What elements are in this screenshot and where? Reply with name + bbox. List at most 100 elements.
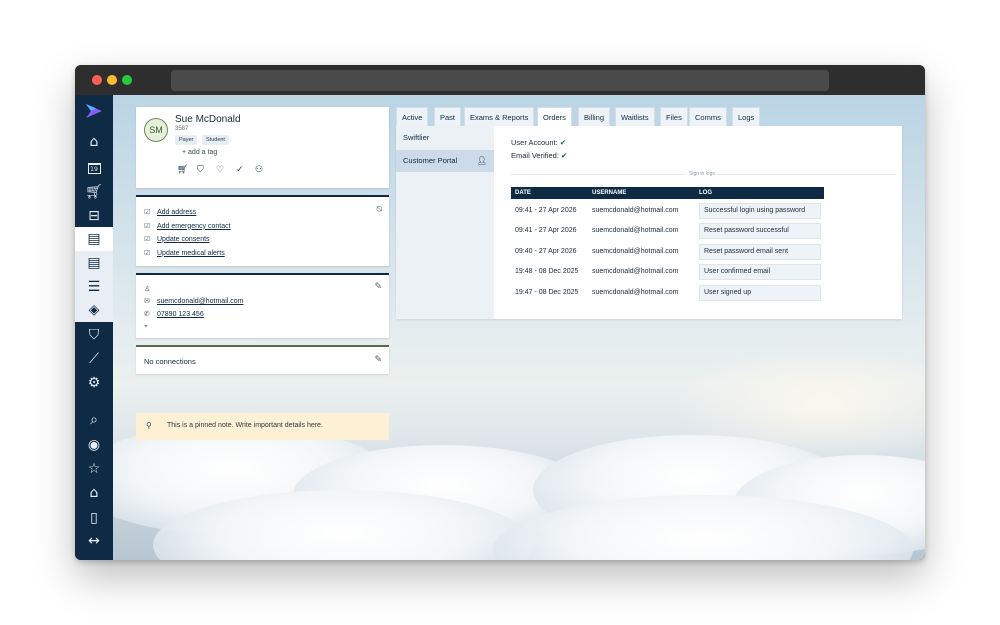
- email-verified-label: Email Verified:: [511, 151, 559, 160]
- row-username: suemcdonald@hotmail.com: [592, 207, 679, 214]
- alert-diamond-icon[interactable]: ◈: [75, 298, 113, 322]
- tab-orders[interactable]: Orders: [537, 107, 572, 126]
- tab-exams-reports[interactable]: Exams & Reports: [464, 107, 535, 126]
- subnav-customer-portal-label: Customer Portal: [403, 156, 458, 165]
- calendar-icon[interactable]: 19: [75, 156, 113, 180]
- expand-arrows-icon[interactable]: ↔: [75, 529, 113, 553]
- close-window-button[interactable]: [92, 75, 102, 85]
- cart-icon[interactable]: 🛒︎: [177, 165, 188, 175]
- check-icon: ✔: [561, 151, 568, 160]
- chart-icon[interactable]: ⟋: [75, 347, 113, 371]
- settings-icon[interactable]: ⚙: [75, 371, 113, 395]
- home-icon[interactable]: ⌂: [75, 130, 113, 154]
- add-emergency-contact-link[interactable]: Add emergency contact: [157, 223, 231, 230]
- table-row: 09:41 - 27 Apr 2026 suemcdonald@hotmail.…: [511, 223, 824, 240]
- column-log: LOG: [699, 190, 712, 196]
- shield-icon[interactable]: ⛉: [197, 165, 204, 175]
- address-bar[interactable]: [171, 70, 829, 91]
- row-date: 09:40 - 27 Apr 2026: [515, 248, 577, 255]
- tab-active[interactable]: Active: [396, 107, 429, 126]
- connections-text: No connections: [144, 357, 196, 366]
- bell-off-icon[interactable]: ⍉: [377, 205, 382, 215]
- browser-window: ⌂ 19 🛒︎ ⊟ ▤ ▤ ☰ ◈ ⛉ ⟋ ⚙ ⌕ ◉ ☆ ⌂ ▯ ↔ SM S…: [75, 65, 925, 560]
- pinned-note-text: This is a pinned note. Write important d…: [167, 422, 323, 429]
- checkbox-icon: ☑: [144, 249, 151, 257]
- add-address-row[interactable]: ☑ Add address: [144, 208, 196, 216]
- app-logo-icon[interactable]: [86, 104, 102, 118]
- pinned-note[interactable]: ⚲ This is a pinned note. Write important…: [136, 413, 389, 440]
- user-settings-icon[interactable]: ⚇: [255, 165, 263, 175]
- user-icon: 👤︎: [476, 156, 487, 165]
- tab-files[interactable]: Files: [660, 107, 688, 126]
- update-consents-row[interactable]: ☑ Update consents: [144, 235, 210, 243]
- tag-student[interactable]: Student: [202, 135, 229, 145]
- tag-payer[interactable]: Payer: [175, 135, 198, 145]
- user-account-label: User Account:: [511, 138, 558, 147]
- heart-pulse-icon[interactable]: ♡: [216, 165, 224, 175]
- customer-id: 3587: [175, 126, 189, 132]
- row-username: suemcdonald@hotmail.com: [592, 268, 679, 275]
- main-sidebar: ⌂ 19 🛒︎ ⊟ ▤ ▤ ☰ ◈ ⛉ ⟋ ⚙ ⌕ ◉ ☆ ⌂ ▯ ↔: [75, 95, 113, 560]
- table-row: 19:48 - 08 Dec 2025 suemcdonald@hotmail.…: [511, 264, 824, 281]
- row-username: suemcdonald@hotmail.com: [592, 248, 679, 255]
- row-date: 09:41 - 27 Apr 2026: [515, 227, 577, 234]
- profile-card: SM Sue McDonald 3587 Payer Student + add…: [136, 107, 389, 188]
- double-check-icon[interactable]: ✓: [236, 165, 244, 175]
- edit-pencil-icon[interactable]: ✎: [374, 355, 382, 365]
- user-account-status: User Account: ✔: [511, 138, 566, 147]
- subnav-customer-portal[interactable]: Customer Portal 👤︎: [396, 150, 494, 172]
- calendar-number: 19: [87, 162, 101, 174]
- pin-icon[interactable]: ⚲: [146, 421, 152, 430]
- app-content: ⌂ 19 🛒︎ ⊟ ▤ ▤ ☰ ◈ ⛉ ⟋ ⚙ ⌕ ◉ ☆ ⌂ ▯ ↔ SM S…: [75, 95, 925, 560]
- id-card-icon[interactable]: ▤: [75, 227, 113, 251]
- minimize-window-button[interactable]: [107, 75, 117, 85]
- row-date: 19:47 - 08 Dec 2025: [515, 289, 579, 296]
- tab-billing[interactable]: Billing: [578, 107, 611, 126]
- signin-table-header: DATE USERNAME LOG: [511, 187, 824, 199]
- maximize-window-button[interactable]: [122, 75, 132, 85]
- add-address-link[interactable]: Add address: [157, 209, 196, 216]
- update-medical-alerts-row[interactable]: ☑ Update medical alerts: [144, 249, 225, 257]
- add-emergency-contact-row[interactable]: ☑ Add emergency contact: [144, 222, 231, 230]
- person-icon: ♙: [144, 285, 151, 293]
- subnav-swiftlier[interactable]: Swiftlier: [396, 127, 494, 149]
- table-row: 09:41 - 27 Apr 2026 suemcdonald@hotmail.…: [511, 203, 824, 220]
- star-icon[interactable]: ☆: [75, 457, 113, 481]
- row-log: Reset password email sent: [699, 244, 821, 260]
- graduation-cap-icon[interactable]: ⛉: [75, 323, 113, 347]
- orders-subnav: Swiftlier Customer Portal 👤︎: [396, 126, 494, 319]
- row-log: User signed up: [699, 285, 821, 301]
- door-icon[interactable]: ▯: [75, 506, 113, 530]
- phone-link[interactable]: 07890 123 456: [157, 311, 204, 318]
- add-tag-link[interactable]: + add a tag: [182, 149, 217, 156]
- list-icon[interactable]: ☰: [75, 275, 113, 299]
- row-log: User confirmed email: [699, 264, 821, 280]
- inbox-icon[interactable]: ⊟: [75, 204, 113, 228]
- tab-comms[interactable]: Comms: [689, 107, 727, 126]
- email-link[interactable]: suemcdonald@hotmail.com: [157, 298, 243, 305]
- orders-panel: Swiftlier Customer Portal 👤︎ User Accoun…: [396, 126, 902, 319]
- customer-name: Sue McDonald: [175, 114, 241, 125]
- phone-icon: ✆: [144, 310, 150, 318]
- search-icon[interactable]: ⌕: [75, 408, 113, 432]
- check-icon: ✔: [559, 138, 567, 147]
- phone-row[interactable]: ✆ 07890 123 456: [144, 310, 204, 318]
- cart-icon[interactable]: 🛒︎: [75, 180, 113, 204]
- avatar[interactable]: SM: [144, 118, 168, 142]
- edit-pencil-icon[interactable]: ✎: [374, 282, 382, 292]
- tab-waitlists[interactable]: Waitlists: [615, 107, 655, 126]
- quick-actions-card: ⍉ ☑ Add address ☑ Add emergency contact ☑ U…: [136, 195, 389, 266]
- contact-person-row: ♙: [144, 285, 153, 293]
- update-medical-alerts-link[interactable]: Update medical alerts: [157, 250, 225, 257]
- contact-card-icon[interactable]: ▤: [75, 251, 113, 275]
- building-icon[interactable]: ⌂: [75, 481, 113, 505]
- row-username: suemcdonald@hotmail.com: [592, 289, 679, 296]
- update-consents-link[interactable]: Update consents: [157, 236, 210, 243]
- email-row[interactable]: ✉ suemcdonald@hotmail.com: [144, 297, 243, 305]
- tab-past[interactable]: Past: [434, 107, 462, 126]
- user-circle-icon[interactable]: ◉: [75, 433, 113, 457]
- title-bar: [75, 65, 925, 95]
- checkbox-icon: ☑: [144, 208, 151, 216]
- tab-logs[interactable]: Logs: [732, 107, 761, 126]
- connections-card: No connections ✎: [136, 345, 389, 374]
